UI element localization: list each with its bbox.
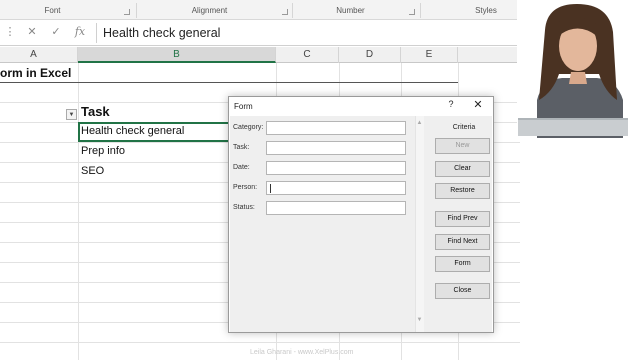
date-field[interactable] [266, 161, 406, 175]
watermark: Leila Gharani - www.XelPlus.com [250, 349, 354, 356]
scroll-up-icon[interactable]: ▲ [415, 120, 424, 126]
laptop-edge [518, 118, 628, 136]
close-button[interactable]: Close [435, 283, 490, 299]
ribbon-group-alignment[interactable]: Alignment [137, 0, 282, 20]
column-header-c[interactable]: C [276, 47, 339, 63]
person-field[interactable] [266, 181, 406, 195]
column-header-e[interactable]: E [401, 47, 458, 63]
find-next-button[interactable]: Find Next [435, 234, 490, 250]
task-field[interactable] [266, 141, 406, 155]
form-dialog: Form ? ✕ Category: Task: Date: Person: S… [228, 96, 494, 333]
form-button[interactable]: Form [435, 256, 490, 272]
field-label-person: Person: [233, 184, 258, 191]
formula-bar: ⋮ ✕ ✓ fx Health check general [0, 20, 520, 46]
field-label-category: Category: [233, 124, 264, 131]
dialog-title: Form [234, 102, 253, 111]
more-options-icon[interactable]: ⋮ [2, 24, 18, 40]
column-headers: A B C D E [0, 47, 520, 63]
grid-line [0, 342, 520, 343]
field-label-date: Date: [233, 164, 250, 171]
task-cell[interactable]: SEO [81, 165, 104, 177]
criteria-label: Criteria [452, 124, 476, 131]
scroll-down-icon[interactable]: ▼ [415, 317, 424, 323]
close-icon[interactable]: ✕ [471, 98, 485, 111]
alignment-dialog-launcher-icon[interactable] [282, 9, 288, 15]
find-prev-button[interactable]: Find Prev [435, 211, 490, 227]
task-cell[interactable]: Health check general [81, 125, 184, 137]
restore-button[interactable]: Restore [435, 183, 490, 199]
formula-input[interactable]: Health check general [96, 23, 520, 43]
insert-function-icon[interactable]: fx [72, 24, 88, 40]
task-cell[interactable]: Prep info [81, 145, 125, 157]
category-field[interactable] [266, 121, 406, 135]
new-button[interactable]: New [435, 138, 490, 154]
task-header-cell[interactable]: Task [81, 104, 110, 119]
excel-window: Font Alignment Number Styles ⋮ ✕ ✓ fx He… [0, 0, 640, 360]
sheet-title: orm in Excel [0, 66, 72, 80]
column-header-a[interactable]: A [0, 47, 78, 63]
number-dialog-launcher-icon[interactable] [409, 9, 415, 15]
record-scrollbar[interactable] [415, 116, 424, 332]
text-caret [270, 184, 271, 193]
ribbon-group-font[interactable]: Font [0, 0, 105, 20]
filter-dropdown-icon[interactable]: ▼ [66, 109, 77, 120]
ribbon-groups-bar: Font Alignment Number Styles [0, 0, 520, 20]
grid-line [78, 63, 79, 360]
field-label-task: Task: [233, 144, 250, 151]
field-label-status: Status: [233, 204, 255, 211]
ribbon-group-number[interactable]: Number [293, 0, 408, 20]
font-dialog-launcher-icon[interactable] [124, 9, 130, 15]
status-field[interactable] [266, 201, 406, 215]
help-icon[interactable]: ? [445, 99, 457, 109]
clear-button[interactable]: Clear [435, 161, 490, 177]
column-header-b[interactable]: B [78, 47, 276, 63]
dialog-body: Category: Task: Date: Person: Status: ▲ … [230, 116, 492, 332]
title-underline [0, 82, 458, 83]
confirm-entry-icon[interactable]: ✓ [48, 24, 64, 40]
cancel-entry-icon[interactable]: ✕ [24, 24, 40, 40]
column-header-d[interactable]: D [339, 47, 401, 63]
